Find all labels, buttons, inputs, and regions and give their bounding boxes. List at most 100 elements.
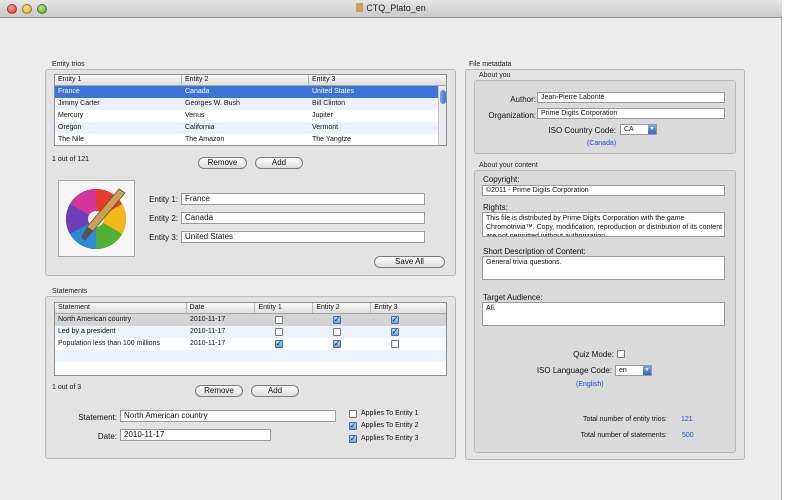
rights-field[interactable]: This file is distributed by Prime Digits… xyxy=(482,212,725,237)
table-cell: Population less than 100 millions xyxy=(58,340,160,347)
column-header-entity1[interactable]: Entity 1 xyxy=(55,75,182,85)
date-field[interactable]: 2010-11-17 xyxy=(120,429,271,441)
entity1-field[interactable]: France xyxy=(181,193,425,205)
entity3-field[interactable]: United States xyxy=(181,231,425,243)
table-cell: United States xyxy=(312,88,355,95)
title-bar: CTQ_Plato_en xyxy=(0,0,782,18)
table-cell: Mercury xyxy=(58,112,84,119)
checkbox[interactable]: ✓ xyxy=(275,340,283,348)
country-name: (Canada) xyxy=(587,140,617,147)
target-audience-label: Target Audience: xyxy=(483,293,543,302)
language-code-label: ISO Language Code: xyxy=(536,366,612,375)
table-cell: France xyxy=(58,88,80,95)
table-row xyxy=(55,362,446,374)
scrollbar-thumb[interactable] xyxy=(440,90,446,104)
table-row[interactable]: The Nile The Amazon The Yangtze xyxy=(55,134,446,145)
language-name: (English) xyxy=(576,381,604,388)
table-cell: Venus xyxy=(185,112,205,119)
table-cell: Oregon xyxy=(58,124,82,131)
statement-field[interactable]: North American country xyxy=(120,410,336,422)
country-code-value: CA xyxy=(624,126,634,133)
checkbox[interactable]: ✓ xyxy=(333,340,341,348)
total-trios-value: 121 xyxy=(681,416,693,423)
table-cell: 2010-11-17 xyxy=(190,328,226,335)
checkbox[interactable] xyxy=(275,328,283,336)
statements-table-header: Statement Date Entity 1 Entity 2 Entity … xyxy=(55,303,446,314)
table-row[interactable]: Led by a president 2010-11-17 ✓ xyxy=(55,326,446,338)
checkbox[interactable] xyxy=(275,316,283,324)
column-header-statement[interactable]: Statement xyxy=(55,303,187,313)
copyright-label: Copyright: xyxy=(483,175,520,184)
checkbox[interactable]: ✓ xyxy=(391,316,399,324)
table-cell: Jimmy Carter xyxy=(58,100,100,107)
table-cell: Bill Clinton xyxy=(312,100,346,107)
entity3-label: Entity 3: xyxy=(149,233,178,242)
add-statement-button[interactable]: Add xyxy=(251,385,299,397)
table-row[interactable]: France Canada United States xyxy=(55,86,446,98)
table-cell: The Amazon xyxy=(185,136,225,143)
table-cell: North American country xyxy=(58,316,132,323)
organization-field[interactable]: Prime Digits Corporation xyxy=(537,108,725,119)
total-trios-label: Total number of entity trios: xyxy=(582,416,667,423)
applies-entity3-label: Applies To Entity 3 xyxy=(361,435,419,442)
date-label: Date: xyxy=(97,432,117,441)
about-content-label: About your content xyxy=(479,162,538,169)
short-description-label: Short Description of Content: xyxy=(483,247,586,256)
file-metadata-section-label: File metadata xyxy=(469,61,512,68)
table-cell: California xyxy=(185,124,215,131)
country-code-label: ISO Country Code: xyxy=(548,126,616,135)
author-label: Author: xyxy=(510,95,536,104)
entity-trios-scrollbar[interactable] xyxy=(438,86,446,145)
table-row[interactable]: Population less than 100 millions 2010-1… xyxy=(55,338,446,350)
column-header-date[interactable]: Date xyxy=(187,303,256,313)
table-row[interactable]: Oregon California Vermont xyxy=(55,122,446,134)
short-description-field[interactable]: General trivia questions. xyxy=(482,256,725,280)
about-you-label: About you xyxy=(479,72,511,79)
copyright-field[interactable]: ©2011 - Prime Digits Corporation xyxy=(482,185,725,196)
applies-entity2-checkbox[interactable]: ✓ xyxy=(349,422,357,430)
chevron-down-icon: ▾ xyxy=(643,366,651,375)
save-all-button[interactable]: Save All xyxy=(374,256,445,268)
remove-trio-button[interactable]: Remove xyxy=(198,157,247,169)
table-row[interactable]: North American country 2010-11-17 ✓ ✓ xyxy=(55,314,446,326)
column-header-entity3[interactable]: Entity 3 xyxy=(309,75,440,85)
entity-trios-table-header: Entity 1 Entity 2 Entity 3 xyxy=(55,75,446,86)
add-trio-button[interactable]: Add xyxy=(255,157,303,169)
total-statements-value: 500 xyxy=(682,432,694,439)
window-title-area: CTQ_Plato_en xyxy=(0,3,782,13)
table-row[interactable]: Jimmy Carter Georges W. Bush Bill Clinto… xyxy=(55,98,446,110)
quiz-mode-checkbox[interactable] xyxy=(617,350,625,358)
language-code-select[interactable]: en ▾ xyxy=(615,365,652,376)
table-row[interactable]: Mercury Venus Jupiter xyxy=(55,110,446,122)
app-window: CTQ_Plato_en Entity trios Entity 1 Entit… xyxy=(0,0,782,500)
column-header-entity3[interactable]: Entity 3 xyxy=(371,303,446,313)
applies-entity1-checkbox[interactable] xyxy=(349,410,357,418)
country-code-select[interactable]: CA ▾ xyxy=(620,124,657,135)
language-code-value: en xyxy=(619,367,627,374)
table-cell: Jupiter xyxy=(312,112,334,119)
column-header-entity2[interactable]: Entity 2 xyxy=(313,303,372,313)
table-cell: Vermont xyxy=(312,124,339,131)
remove-statement-button[interactable]: Remove xyxy=(195,385,243,397)
entity2-label: Entity 2: xyxy=(149,214,178,223)
entity2-field[interactable]: Canada xyxy=(181,212,425,224)
column-header-entity1[interactable]: Entity 1 xyxy=(255,303,314,313)
applies-entity3-checkbox[interactable]: ✓ xyxy=(349,435,357,443)
checkbox[interactable]: ✓ xyxy=(333,316,341,324)
statement-label: Statement: xyxy=(78,413,117,422)
table-cell: The Yangtze xyxy=(312,136,352,143)
author-field[interactable]: Jean-Pierre Labonté xyxy=(537,92,725,103)
document-icon xyxy=(356,3,364,12)
entity-trios-table[interactable]: Entity 1 Entity 2 Entity 3 France Canada… xyxy=(54,74,447,146)
checkbox[interactable] xyxy=(333,328,341,336)
entity-trios-counter: 1 out of 121 xyxy=(52,156,89,163)
statements-section-label: Statements xyxy=(52,288,88,295)
checkbox[interactable]: ✓ xyxy=(391,328,399,336)
total-statements-label: Total number of statements: xyxy=(580,432,667,439)
statements-table[interactable]: Statement Date Entity 1 Entity 2 Entity … xyxy=(54,302,447,376)
column-header-entity2[interactable]: Entity 2 xyxy=(182,75,309,85)
checkbox[interactable] xyxy=(391,340,399,348)
target-audience-field[interactable]: All. xyxy=(482,302,725,326)
entity1-label: Entity 1: xyxy=(149,195,178,204)
table-cell: 2010-11-17 xyxy=(190,340,226,347)
